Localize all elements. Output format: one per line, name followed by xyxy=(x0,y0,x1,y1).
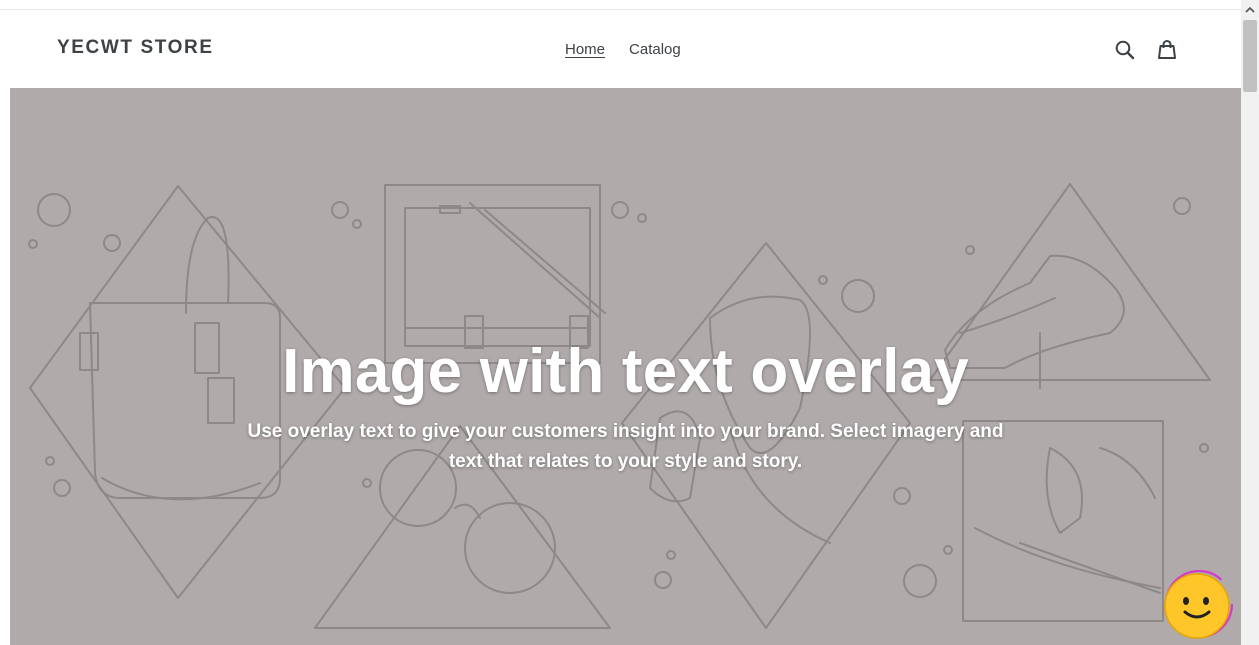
hero-banner: Image with text overlay Use overlay text… xyxy=(10,88,1241,645)
nav-item-catalog[interactable]: Catalog xyxy=(629,41,681,58)
nav-item-home[interactable]: Home xyxy=(565,41,605,58)
smiley-chat-icon[interactable] xyxy=(1161,570,1233,642)
store-logo[interactable]: YECWT STORE xyxy=(57,37,214,59)
scrollbar-thumb[interactable] xyxy=(1243,20,1257,92)
hero-text: Image with text overlay Use overlay text… xyxy=(10,336,1241,477)
hero-subtitle: Use overlay text to give your customers … xyxy=(247,421,1004,472)
scroll-up-arrow-icon[interactable] xyxy=(1241,4,1259,16)
page: YECWT STORE Home Catalog Image with text… xyxy=(0,0,1259,645)
cart-icon[interactable] xyxy=(1156,39,1178,61)
site-header: YECWT STORE Home Catalog xyxy=(0,10,1241,88)
header-icons xyxy=(1114,39,1178,61)
scrollbar[interactable] xyxy=(1241,0,1259,645)
hero-title: Image with text overlay xyxy=(282,337,969,406)
search-icon[interactable] xyxy=(1114,39,1136,61)
main-nav: Home Catalog xyxy=(565,41,681,58)
top-rule xyxy=(0,0,1241,10)
